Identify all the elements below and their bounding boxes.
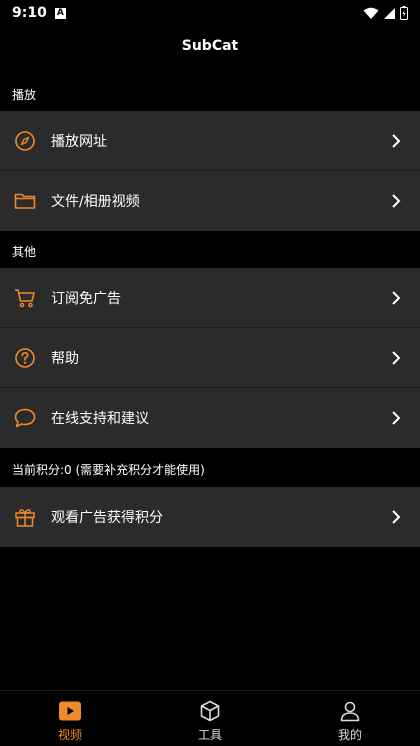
menu-item-online-support[interactable]: 在线支持和建议 bbox=[0, 388, 420, 448]
status-bar: 9:10 A bbox=[0, 0, 420, 26]
menu-item-watch-ads-earn-points[interactable]: 观看广告获得积分 bbox=[0, 487, 420, 547]
nav-tab-mine[interactable]: 我的 bbox=[280, 691, 420, 746]
notification-a-icon: A bbox=[54, 7, 66, 19]
menu-item-play-url[interactable]: 播放网址 bbox=[0, 111, 420, 171]
section-label-play: 播放 bbox=[12, 88, 37, 102]
nav-label: 视频 bbox=[57, 728, 82, 742]
menu-item-help[interactable]: 帮助 bbox=[0, 328, 420, 388]
wifi-icon bbox=[363, 7, 379, 19]
help-icon bbox=[14, 347, 36, 369]
menu-item-label: 在线支持和建议 bbox=[51, 411, 149, 427]
points-group: 观看广告获得积分 bbox=[0, 487, 420, 547]
nav-label: 工具 bbox=[197, 728, 222, 742]
menu-item-label: 观看广告获得积分 bbox=[51, 510, 163, 526]
menu-item-label: 文件/相册视频 bbox=[51, 194, 140, 210]
section-label-other: 其他 bbox=[12, 245, 37, 259]
app-title: SubCat bbox=[181, 38, 239, 54]
folder-icon bbox=[14, 190, 36, 212]
cube-icon bbox=[198, 699, 222, 723]
video-play-icon bbox=[58, 699, 82, 723]
gift-icon bbox=[14, 506, 36, 528]
other-group: 订阅免广告 帮助 在线支持和建议 bbox=[0, 268, 420, 448]
cell-signal-icon bbox=[384, 7, 395, 19]
menu-item-file-album-video[interactable]: 文件/相册视频 bbox=[0, 171, 420, 231]
chevron-right-icon bbox=[392, 194, 401, 208]
menu-item-label: 播放网址 bbox=[51, 133, 107, 150]
chevron-right-icon bbox=[392, 134, 401, 148]
nav-label: 我的 bbox=[337, 728, 362, 742]
status-time: 9:10 bbox=[12, 5, 47, 21]
play-group: 播放网址 文件/相册视频 bbox=[0, 111, 420, 231]
chevron-right-icon bbox=[392, 291, 401, 305]
compass-icon bbox=[14, 130, 36, 152]
battery-icon bbox=[400, 6, 408, 20]
person-icon bbox=[338, 699, 362, 723]
menu-item-subscribe-no-ads[interactable]: 订阅免广告 bbox=[0, 268, 420, 328]
chevron-right-icon bbox=[392, 351, 401, 365]
chat-bubble-icon bbox=[14, 407, 36, 429]
chevron-right-icon bbox=[392, 510, 401, 524]
points-status-label: 当前积分:0 (需要补充积分才能使用) bbox=[12, 463, 205, 477]
chevron-right-icon bbox=[392, 411, 401, 425]
nav-tab-video[interactable]: 视频 bbox=[0, 691, 140, 746]
menu-item-label: 帮助 bbox=[51, 350, 79, 367]
menu-item-label: 订阅免广告 bbox=[51, 290, 121, 307]
cart-icon bbox=[14, 287, 36, 309]
bottom-nav: 视频 工具 我的 bbox=[0, 690, 420, 746]
nav-tab-tools[interactable]: 工具 bbox=[140, 691, 280, 746]
